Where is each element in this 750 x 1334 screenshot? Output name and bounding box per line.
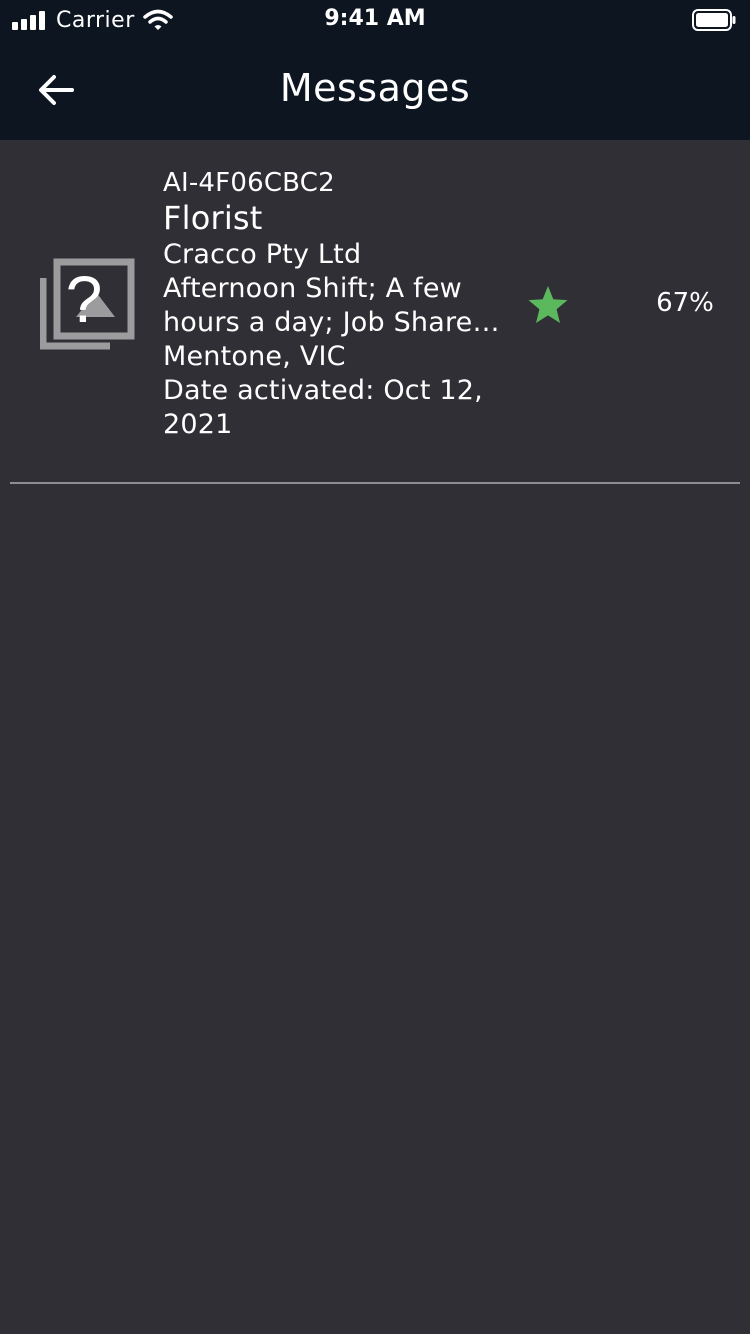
messages-screen: Carrier 9:41 AM Messages ? AI-4F06CBC2 F… bbox=[0, 0, 750, 1334]
company-name: Cracco Pty Ltd bbox=[163, 239, 362, 270]
message-details: AI-4F06CBC2 Florist Cracco Pty Ltd After… bbox=[163, 168, 508, 442]
date-activated: Date activated: Oct 12, 2021 bbox=[163, 375, 483, 440]
message-list-item[interactable]: ? AI-4F06CBC2 Florist Cracco Pty Ltd Aft… bbox=[0, 140, 750, 484]
job-location: Mentone, VIC bbox=[163, 341, 346, 372]
job-id: AI-4F06CBC2 bbox=[163, 168, 335, 198]
status-bar: Carrier 9:41 AM bbox=[0, 0, 750, 40]
battery-icon bbox=[692, 9, 736, 31]
status-time: 9:41 AM bbox=[324, 6, 426, 31]
shift-details: Afternoon Shift; A few hours a day; Job … bbox=[163, 273, 482, 338]
page-title: Messages bbox=[279, 66, 471, 110]
missing-image-icon: ? bbox=[40, 258, 135, 350]
list-divider bbox=[10, 482, 740, 484]
svg-text:?: ? bbox=[66, 262, 103, 336]
match-percentage: 67% bbox=[656, 288, 714, 318]
job-title: Florist bbox=[163, 199, 263, 237]
nav-bar: Messages bbox=[0, 40, 750, 140]
star-icon[interactable] bbox=[527, 284, 569, 326]
